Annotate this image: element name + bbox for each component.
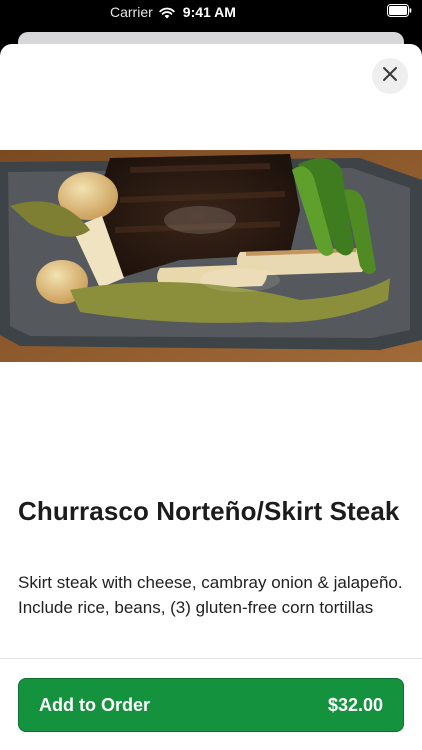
close-button[interactable] (372, 58, 408, 94)
item-title: Churrasco Norteño/Skirt Steak (18, 496, 400, 526)
close-icon (382, 66, 398, 87)
carrier-label: Carrier (110, 4, 153, 20)
status-bar: Carrier 9:41 AM (0, 0, 422, 24)
battery-icon (387, 4, 412, 17)
order-price: $32.00 (327, 694, 383, 715)
add-to-order-button[interactable]: Add to Order $32.00 (18, 678, 404, 732)
status-left-group: Carrier 9:41 AM (110, 4, 236, 20)
food-photo (0, 150, 422, 362)
item-description: Skirt steak with cheese, cambray onion &… (18, 573, 403, 617)
phone-screen: Carrier 9:41 AM Churrasco Norteño/Skirt … (0, 0, 422, 750)
status-time: 9:41 AM (182, 4, 236, 20)
wifi-icon (159, 6, 175, 19)
item-detail-sheet: Churrasco Norteño/Skirt Steak Skirt stea… (0, 44, 422, 750)
divider (0, 658, 422, 659)
add-to-order-label: Add to Order (39, 694, 150, 715)
